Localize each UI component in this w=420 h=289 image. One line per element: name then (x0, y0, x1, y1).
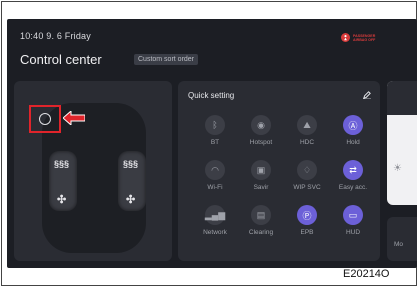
seat-heating-left-icon[interactable]: §§§ (54, 159, 69, 169)
passenger-airbag-indicator: PASSENGER AIRBAG OFF (341, 33, 385, 42)
tile-easy-access[interactable]: ⇄ Easy acc. (330, 160, 376, 191)
brightness-slider[interactable]: ☀ (387, 81, 417, 205)
vehicle-seat-panel: §§§ §§§ ✣ ✣ (14, 81, 172, 261)
steering-wheel-heating-button[interactable] (29, 105, 61, 133)
tile-label: WIP SVC (293, 184, 321, 191)
tile-label: Clearing (248, 229, 274, 236)
figure-code: E20214O (341, 268, 392, 280)
wifi-icon: ◠ (205, 160, 225, 180)
signal-bars-icon: ▂▄▆ (205, 205, 225, 225)
parking-brake-icon: Ⓟ (297, 205, 317, 225)
tile-bt[interactable]: ᛒ BT (192, 115, 238, 146)
brightness-icon: ☀ (393, 163, 402, 174)
auto-hold-icon: Ⓐ (343, 115, 363, 135)
seat-ventilation-left-icon[interactable]: ✣ (57, 193, 66, 206)
mode-card-label: Mo (394, 241, 404, 248)
airbag-label: PASSENGER AIRBAG OFF (353, 33, 376, 42)
tile-label: HUD (345, 229, 361, 236)
steering-wheel-icon (39, 113, 51, 125)
tile-label: Network (203, 229, 227, 236)
status-weekday: Friday (64, 31, 91, 41)
hud-icon: ▭ (343, 205, 363, 225)
tile-label: Easy acc. (338, 184, 368, 191)
tile-label: Wi-Fi (207, 184, 223, 191)
control-center-screen: 10:40 9. 6 Friday PASSENGER AIRBAG OFF C… (7, 19, 417, 268)
custom-sort-order-button[interactable]: Custom sort order (134, 54, 199, 65)
clearing-icon: ▤ (251, 205, 271, 225)
hotspot-icon: ◉ (251, 115, 271, 135)
tile-label: Savir (253, 184, 269, 191)
tile-hud[interactable]: ▭ HUD (330, 205, 376, 236)
tile-hotspot[interactable]: ◉ Hotspot (238, 115, 284, 146)
status-bar: 10:40 9. 6 Friday (20, 31, 91, 41)
pencil-icon[interactable] (363, 91, 371, 99)
easy-access-icon: ⇄ (343, 160, 363, 180)
wipe-service-icon: ♢ (297, 160, 317, 180)
savir-icon: ▣ (251, 160, 271, 180)
callout-arrow-icon (63, 111, 85, 125)
tile-label: HDC (299, 139, 315, 146)
tile-epb[interactable]: Ⓟ EPB (284, 205, 330, 236)
tile-label: Hold (346, 139, 360, 146)
passenger-airbag-off-icon (341, 33, 350, 42)
seat-heating-right-icon[interactable]: §§§ (123, 159, 138, 169)
tile-label: BT (210, 139, 220, 146)
tile-label: Hotspot (249, 139, 273, 146)
tile-hdc[interactable]: ⛰ HDC (284, 115, 330, 146)
seat-ventilation-right-icon[interactable]: ✣ (126, 193, 135, 206)
mode-card[interactable]: Mo (387, 217, 417, 261)
bluetooth-icon: ᛒ (205, 115, 225, 135)
tile-hold[interactable]: Ⓐ Hold (330, 115, 376, 146)
tile-wifi[interactable]: ◠ Wi-Fi (192, 160, 238, 191)
quick-setting-title: Quick setting (188, 91, 235, 100)
tile-savir[interactable]: ▣ Savir (238, 160, 284, 191)
hill-descent-icon: ⛰ (297, 115, 317, 135)
tile-label: EPB (300, 229, 314, 236)
tile-clearing[interactable]: ▤ Clearing (238, 205, 284, 236)
tile-wip-svc[interactable]: ♢ WIP SVC (284, 160, 330, 191)
page-title: Control center (20, 52, 102, 67)
tile-network[interactable]: ▂▄▆ Network (192, 205, 238, 236)
figure-frame: 10:40 9. 6 Friday PASSENGER AIRBAG OFF C… (1, 1, 417, 286)
status-time: 10:40 (20, 31, 44, 41)
status-date: 9. 6 (46, 31, 63, 41)
quick-setting-panel: Quick setting ᛒ BT ◉ Hotspot ⛰ HDC Ⓐ Hol… (178, 81, 380, 261)
slider-track-top (387, 81, 417, 115)
